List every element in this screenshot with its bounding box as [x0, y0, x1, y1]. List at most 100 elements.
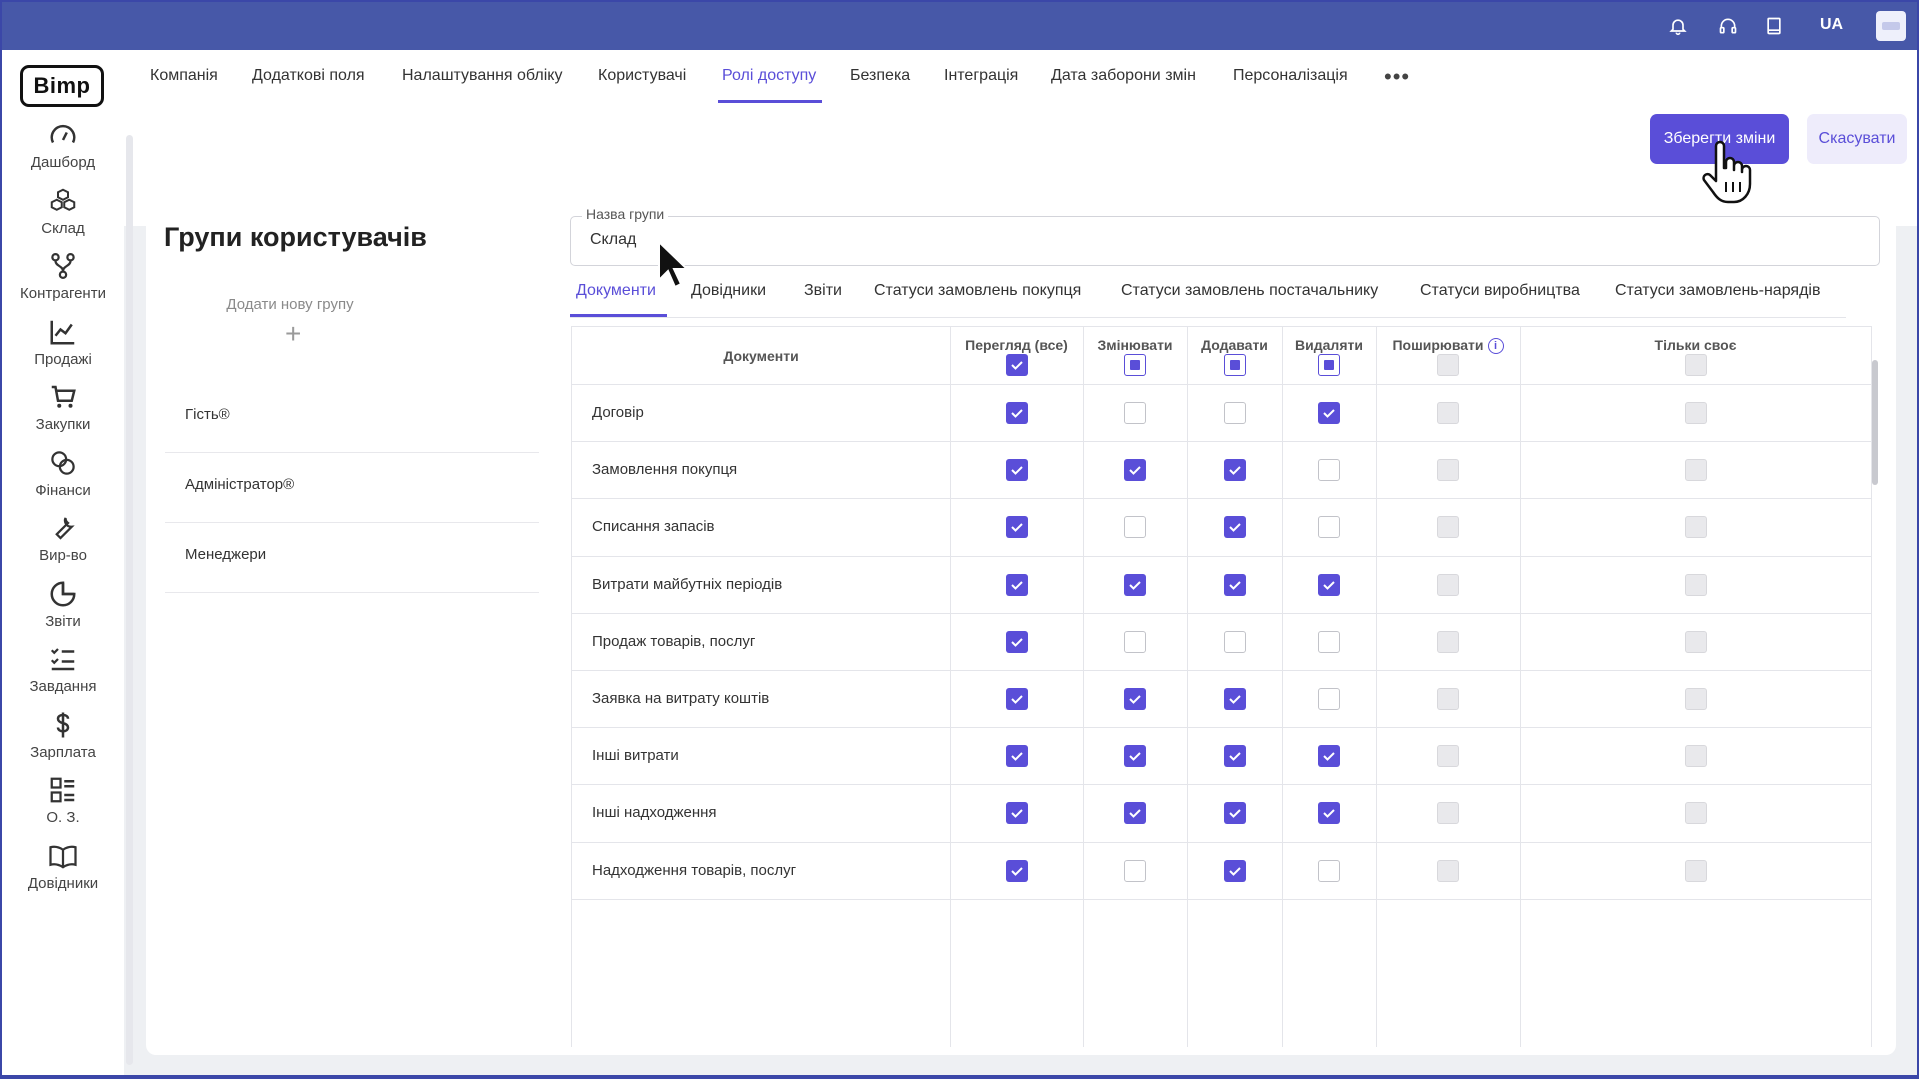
permission-checkbox[interactable]: [1223, 573, 1246, 596]
subtab-supplier-order-statuses[interactable]: Статуси замовлень постачальнику: [1121, 282, 1378, 300]
permission-checkbox[interactable]: [1318, 802, 1340, 825]
tab-accounting-settings[interactable]: Налаштування обліку: [402, 67, 562, 85]
permission-checkbox[interactable]: [1318, 688, 1340, 710]
tab-users[interactable]: Користувачі: [598, 67, 686, 85]
permission-checkbox[interactable]: [1005, 745, 1028, 768]
check-icon: [1129, 752, 1141, 762]
permission-checkbox[interactable]: [1223, 688, 1246, 710]
language-switch[interactable]: UA: [1820, 16, 1843, 34]
permission-checkbox: [1437, 402, 1459, 424]
document-name: Замовлення покупця: [592, 461, 738, 479]
group-item-managers[interactable]: Менеджери: [165, 522, 539, 593]
group-name-field[interactable]: [570, 216, 1880, 266]
permission-checkbox[interactable]: [1223, 459, 1246, 482]
permission-checkbox[interactable]: [1223, 630, 1246, 653]
select-all-checkbox[interactable]: [1005, 354, 1028, 376]
tab-access-roles[interactable]: Ролі доступу: [722, 67, 816, 85]
group-item-admin[interactable]: Адміністратор®: [165, 452, 539, 523]
tab-personalization[interactable]: Персоналізація: [1233, 67, 1348, 85]
subtab-reports[interactable]: Звіти: [804, 282, 842, 300]
tab-additional-fields[interactable]: Додаткові поля: [252, 67, 365, 85]
subtab-work-order-statuses[interactable]: Статуси замовлень-нарядів: [1615, 282, 1820, 300]
permission-checkbox[interactable]: [1318, 402, 1340, 424]
permission-checkbox[interactable]: [1124, 859, 1146, 882]
permission-checkbox[interactable]: [1223, 745, 1246, 768]
book-icon[interactable]: [1762, 14, 1786, 38]
top-bar: UA: [2, 2, 1917, 50]
permission-checkbox[interactable]: [1124, 573, 1146, 596]
subtab-directories[interactable]: Довідники: [691, 282, 766, 300]
sidebar-item-8[interactable]: Завдання: [2, 644, 124, 714]
permission-checkbox[interactable]: [1318, 516, 1340, 539]
tab-security[interactable]: Безпека: [850, 67, 910, 85]
permission-subtabs: Документи Довідники Звіти Статуси замовл…: [570, 272, 1846, 318]
permission-checkbox[interactable]: [1005, 688, 1028, 710]
document-name: Заявка на витрату коштів: [592, 690, 770, 707]
permission-checkbox[interactable]: [1005, 459, 1028, 482]
permission-checkbox[interactable]: [1124, 802, 1146, 825]
permission-checkbox[interactable]: [1124, 402, 1146, 424]
select-all-checkbox[interactable]: [1124, 354, 1146, 376]
more-tabs-icon[interactable]: •••: [1384, 64, 1410, 90]
check-icon: [1228, 866, 1241, 876]
permission-checkbox[interactable]: [1005, 802, 1028, 825]
permission-checkbox[interactable]: [1124, 745, 1146, 768]
sidebar-item-9[interactable]: Зарплата: [2, 710, 124, 780]
sidebar-item-5[interactable]: Фінанси: [2, 448, 124, 518]
page-scrollbar[interactable]: [126, 135, 133, 1065]
plus-icon[interactable]: +: [285, 318, 301, 350]
permission-checkbox[interactable]: [1005, 402, 1028, 424]
sidebar-item-7[interactable]: Звіти: [2, 579, 124, 649]
group-item-guest[interactable]: Гість®: [165, 382, 539, 453]
info-icon[interactable]: i: [1487, 338, 1504, 355]
permission-checkbox[interactable]: [1223, 859, 1246, 882]
check-icon: [1228, 752, 1241, 762]
check-icon: [1323, 580, 1335, 590]
headset-icon[interactable]: [1716, 14, 1740, 38]
permission-checkbox[interactable]: [1005, 573, 1028, 596]
sidebar-item-1[interactable]: Склад: [2, 186, 124, 256]
dollar-icon: [56, 712, 70, 737]
permission-checkbox[interactable]: [1124, 630, 1146, 653]
subtab-production-statuses[interactable]: Статуси виробництва: [1420, 282, 1580, 300]
bell-icon[interactable]: [1666, 14, 1690, 38]
sidebar-item-3[interactable]: Продажі: [2, 317, 124, 387]
column-header: Змінювати: [1083, 337, 1187, 353]
permission-checkbox[interactable]: [1124, 688, 1146, 710]
tab-change-lock-date[interactable]: Дата заборони змін: [1051, 67, 1196, 85]
permission-checkbox[interactable]: [1223, 516, 1246, 539]
permission-checkbox[interactable]: [1318, 459, 1340, 482]
select-all-checkbox[interactable]: [1318, 354, 1340, 376]
permission-checkbox[interactable]: [1005, 859, 1028, 882]
subtab-documents[interactable]: Документи: [576, 282, 656, 300]
sidebar-item-0[interactable]: Дашборд: [2, 120, 124, 190]
sidebar-item-11[interactable]: Довідники: [2, 841, 124, 911]
permission-checkbox[interactable]: [1318, 859, 1340, 882]
sidebar-item-4[interactable]: Закупки: [2, 382, 124, 452]
add-group-button[interactable]: Додати нову групу: [190, 296, 390, 313]
sidebar-item-6[interactable]: Вир-во: [2, 513, 124, 583]
logo[interactable]: Bimp: [20, 65, 104, 107]
permission-checkbox[interactable]: [1223, 802, 1246, 825]
group-name-input[interactable]: Склад: [590, 231, 636, 249]
table-scrollbar[interactable]: [1872, 360, 1878, 485]
tab-company[interactable]: Компанія: [150, 67, 218, 85]
permission-checkbox[interactable]: [1318, 745, 1340, 768]
permission-checkbox[interactable]: [1318, 630, 1340, 653]
tab-integration[interactable]: Інтеграція: [944, 67, 1018, 85]
permission-checkbox[interactable]: [1005, 516, 1028, 539]
subtab-customer-order-statuses[interactable]: Статуси замовлень покупця: [874, 282, 1081, 300]
check-icon: [1010, 580, 1023, 590]
cancel-button[interactable]: Скасувати: [1807, 114, 1907, 164]
permission-checkbox[interactable]: [1124, 516, 1146, 539]
permission-checkbox[interactable]: [1124, 459, 1146, 482]
avatar[interactable]: [1876, 11, 1906, 41]
permission-checkbox[interactable]: [1318, 573, 1340, 596]
permission-checkbox[interactable]: [1005, 630, 1028, 653]
sidebar-item-2[interactable]: Контрагенти: [2, 251, 124, 321]
select-all-checkbox[interactable]: [1223, 354, 1246, 376]
permission-checkbox[interactable]: [1223, 402, 1246, 424]
active-subtab-indicator: [570, 314, 667, 317]
check-icon: [1228, 466, 1241, 476]
sidebar-item-10[interactable]: О. З.: [2, 775, 124, 845]
